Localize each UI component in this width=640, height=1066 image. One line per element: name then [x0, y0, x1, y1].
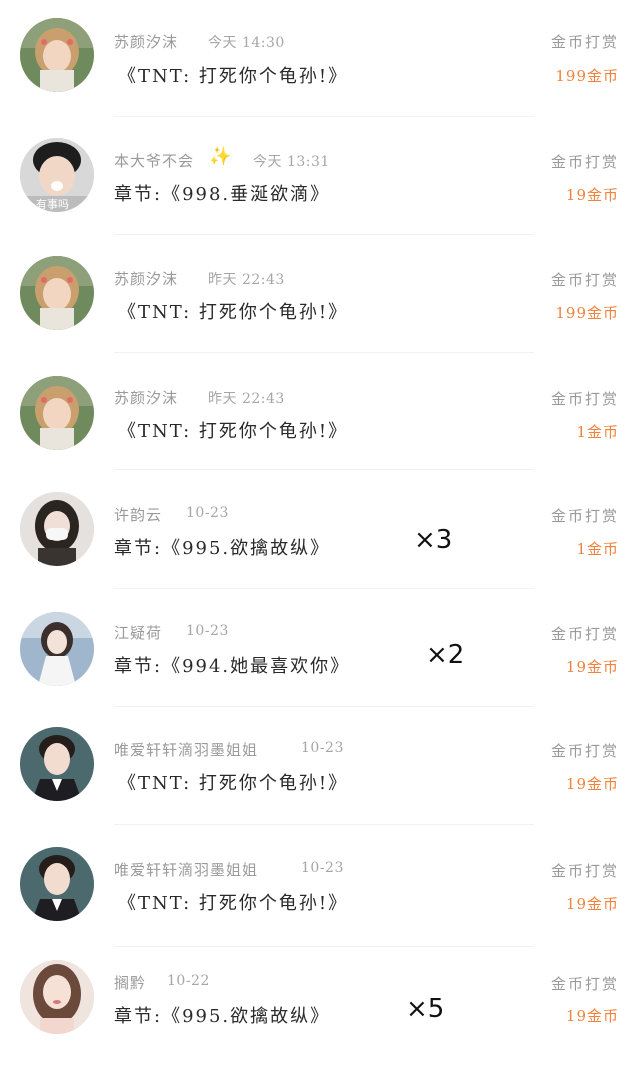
tip-time: 昨天 22:43	[208, 391, 285, 407]
tip-action-label: 金币打赏	[550, 271, 619, 289]
row-divider	[114, 946, 534, 947]
tip-action-label: 金币打赏	[550, 625, 619, 643]
tip-action-label: 金币打赏	[550, 975, 619, 993]
tip-content[interactable]: 章节:《994.她最喜欢你》	[114, 652, 350, 678]
tip-row[interactable]: 唯爱轩轩滴羽墨姐姐 10-23 《TNT: 打死你个龟孙!》 金币打赏 19金币	[0, 828, 640, 947]
tip-time: 10-23	[186, 505, 229, 521]
user-avatar[interactable]: 有事吗	[20, 138, 94, 212]
avatar-girl-hair-clips-icon	[20, 18, 94, 92]
tip-content[interactable]: 《TNT: 打死你个龟孙!》	[118, 298, 348, 324]
user-avatar[interactable]	[20, 492, 94, 566]
avatar-boy-caption-icon: 有事吗	[20, 138, 94, 212]
user-avatar[interactable]	[20, 256, 94, 330]
avatar-girl-mask-icon	[20, 492, 94, 566]
row-divider	[114, 469, 534, 470]
tip-content[interactable]: 《TNT: 打死你个龟孙!》	[118, 769, 348, 795]
tip-action-label: 金币打赏	[550, 507, 619, 525]
tip-username[interactable]: 唯爱轩轩滴羽墨姐姐	[114, 859, 258, 880]
tip-time: 10-23	[301, 860, 344, 876]
tip-multiplier: ×5	[406, 994, 445, 1024]
tip-content[interactable]: 章节:《995.欲擒故纵》	[114, 1002, 330, 1028]
row-divider	[114, 588, 534, 589]
tip-row[interactable]: 有事吗 本大爷不会 ✨ 今天 13:31 章节:《998.垂涎欲滴》 金币打赏 …	[0, 118, 640, 236]
tip-username[interactable]: 苏颜汐沫	[114, 268, 178, 289]
tip-amount: 199金币	[555, 67, 619, 85]
row-divider	[114, 116, 534, 117]
tip-row[interactable]: 苏颜汐沫 今天 14:30 《TNT: 打死你个龟孙!》 金币打赏 199金币	[0, 0, 640, 118]
tip-username[interactable]: 江疑荷	[114, 622, 162, 643]
user-avatar[interactable]	[20, 847, 94, 921]
row-divider	[114, 706, 534, 707]
tip-username[interactable]: 苏颜汐沫	[114, 387, 178, 408]
tip-content[interactable]: 《TNT: 打死你个龟孙!》	[118, 62, 348, 88]
tip-amount: 199金币	[555, 304, 619, 322]
tip-time: 今天 14:30	[208, 35, 285, 51]
avatar-caption: 有事吗	[36, 197, 69, 211]
tip-row[interactable]: 江疑荷 10-23 章节:《994.她最喜欢你》 ×2 金币打赏 19金币	[0, 590, 640, 708]
tip-time: 今天 13:31	[253, 154, 330, 170]
tip-row[interactable]: 搁黔 10-22 章节:《995.欲擒故纵》 ×5 金币打赏 19金币	[0, 948, 640, 1066]
tip-time: 10-22	[167, 973, 210, 989]
row-divider	[114, 824, 534, 825]
avatar-girl-hair-clips-icon	[20, 256, 94, 330]
tip-username[interactable]: 苏颜汐沫	[114, 31, 178, 52]
tip-username[interactable]: 唯爱轩轩滴羽墨姐姐	[114, 739, 258, 760]
tip-amount: 19金币	[565, 1007, 619, 1025]
tip-username[interactable]: 本大爷不会	[114, 150, 194, 171]
row-divider	[114, 234, 534, 235]
tip-time: 昨天 22:43	[208, 272, 285, 288]
tip-multiplier: ×3	[414, 525, 453, 555]
avatar-girl-hair-clips-icon	[20, 376, 94, 450]
tip-action-label: 金币打赏	[550, 33, 619, 51]
sparkle-icon: ✨	[209, 146, 232, 167]
avatar-girl-white-icon	[20, 612, 94, 686]
tip-row[interactable]: 苏颜汐沫 昨天 22:43 《TNT: 打死你个龟孙!》 金币打赏 199金币	[0, 236, 640, 354]
user-avatar[interactable]	[20, 727, 94, 801]
avatar-boy-suit-icon	[20, 727, 94, 801]
tip-action-label: 金币打赏	[550, 862, 619, 880]
tip-content[interactable]: 《TNT: 打死你个龟孙!》	[118, 417, 348, 443]
tip-row[interactable]: 唯爱轩轩滴羽墨姐姐 10-23 《TNT: 打死你个龟孙!》 金币打赏 19金币	[0, 708, 640, 826]
tip-content[interactable]: 章节:《995.欲擒故纵》	[114, 534, 330, 560]
avatar-girl-long-hair-icon	[20, 960, 94, 1034]
tip-username[interactable]: 搁黔	[114, 972, 146, 993]
tip-amount: 19金币	[565, 186, 619, 204]
tip-action-label: 金币打赏	[550, 742, 619, 760]
tip-multiplier: ×2	[426, 640, 465, 670]
user-avatar[interactable]	[20, 18, 94, 92]
tip-amount: 19金币	[565, 895, 619, 913]
tip-action-label: 金币打赏	[550, 153, 619, 171]
tip-amount: 1金币	[576, 540, 619, 558]
tip-time: 10-23	[186, 623, 229, 639]
user-avatar[interactable]	[20, 376, 94, 450]
tip-amount: 1金币	[576, 423, 619, 441]
tip-row[interactable]: 许韵云 10-23 章节:《995.欲擒故纵》 ×3 金币打赏 1金币	[0, 472, 640, 590]
tip-content[interactable]: 《TNT: 打死你个龟孙!》	[118, 889, 348, 915]
tip-amount: 19金币	[565, 658, 619, 676]
tip-content[interactable]: 章节:《998.垂涎欲滴》	[114, 180, 330, 206]
avatar-boy-suit-icon	[20, 847, 94, 921]
tip-action-label: 金币打赏	[550, 390, 619, 408]
tip-amount: 19金币	[565, 775, 619, 793]
tip-username[interactable]: 许韵云	[114, 504, 162, 525]
user-avatar[interactable]	[20, 960, 94, 1034]
tip-time: 10-23	[301, 740, 344, 756]
row-divider	[114, 352, 534, 353]
user-avatar[interactable]	[20, 612, 94, 686]
tip-row[interactable]: 苏颜汐沫 昨天 22:43 《TNT: 打死你个龟孙!》 金币打赏 1金币	[0, 354, 640, 472]
